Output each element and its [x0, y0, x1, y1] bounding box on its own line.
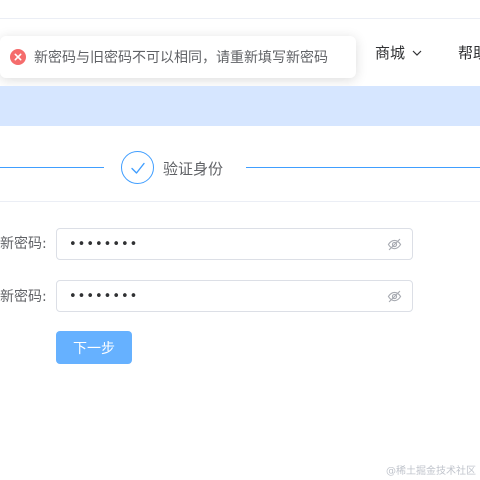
new-password-field[interactable] — [56, 228, 413, 260]
nav-item-help-label: 帮助 — [458, 44, 480, 62]
error-circle-icon — [10, 49, 26, 65]
confirm-password-input[interactable] — [57, 282, 357, 310]
step-connector-left — [0, 167, 104, 168]
error-toast: 新密码与旧密码不可以相同，请重新填写新密码 — [0, 36, 356, 78]
nav-item-help[interactable]: 帮助 — [458, 42, 480, 63]
watermark-text: @稀土掘金技术社区 — [386, 466, 476, 477]
next-step-button[interactable]: 下一步 — [56, 331, 132, 364]
confirm-password-field[interactable] — [56, 280, 413, 312]
confirm-password-label: 新密码: — [0, 289, 47, 305]
new-password-label: 新密码: — [0, 236, 47, 252]
check-icon — [130, 162, 145, 174]
step-connector-right — [246, 167, 480, 168]
step-indicator: 验证身份 — [0, 146, 480, 190]
new-password-input[interactable] — [57, 230, 357, 258]
step-status-circle — [121, 151, 154, 184]
eye-off-icon[interactable] — [387, 289, 402, 304]
topbar-divider — [0, 18, 480, 19]
eye-off-icon[interactable] — [387, 237, 402, 252]
nav-item-mall[interactable]: 商城 — [375, 42, 423, 63]
chevron-down-icon — [412, 50, 422, 56]
nav-item-mall-label: 商城 — [375, 44, 406, 62]
error-toast-message: 新密码与旧密码不可以相同，请重新填写新密码 — [34, 50, 328, 66]
section-divider — [0, 201, 480, 202]
header-banner — [0, 86, 480, 126]
step-label-verify-identity: 验证身份 — [163, 160, 224, 178]
